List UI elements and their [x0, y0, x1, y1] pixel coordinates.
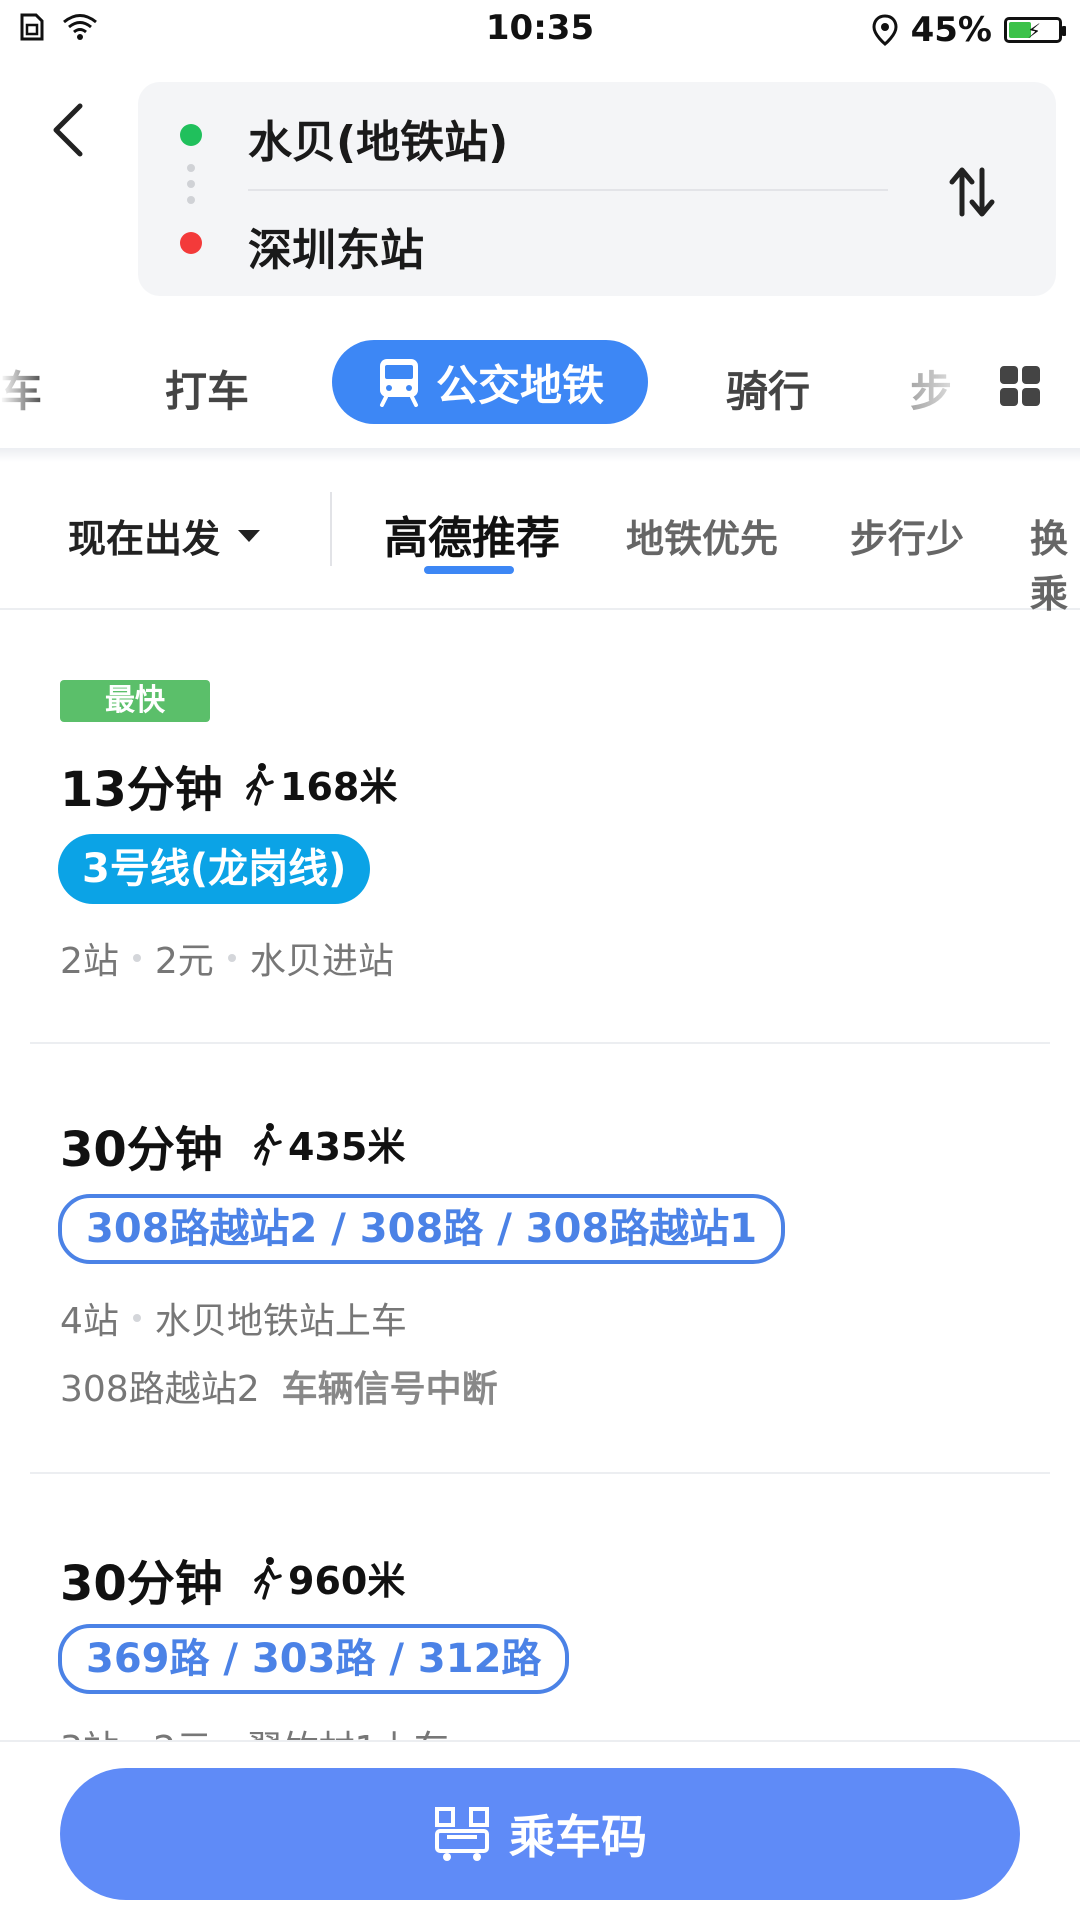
meta-separator — [132, 1314, 141, 1322]
route-connector-dots — [187, 164, 195, 212]
header-shadow — [0, 448, 1080, 462]
walking-person-icon — [246, 762, 274, 806]
filter-divider — [330, 492, 332, 566]
walk-distance: 168米 — [244, 756, 397, 811]
tabs-fade-right — [900, 340, 980, 430]
route-duration: 30分钟 — [60, 1556, 223, 1612]
route-divider — [248, 189, 888, 191]
depart-time-label: 现在出发 — [68, 517, 221, 561]
sort-recommended[interactable]: 高德推荐 — [384, 502, 560, 566]
route-meta: 2站 2元 水贝进站 — [60, 932, 394, 984]
battery-percent: 45% — [910, 10, 992, 50]
walk-distance-value: 960米 — [288, 1559, 406, 1603]
bus-icon — [379, 359, 418, 407]
notice-line-name: 308路越站2 — [60, 1369, 260, 1410]
battery-icon: ⚡ — [1004, 17, 1066, 43]
route-card-2[interactable]: 30分钟 435米 308路越站2 / 308路 / 308路越站1 4站 水贝… — [30, 1044, 1050, 1474]
meta-separator — [132, 954, 141, 962]
start-point-dot — [180, 124, 202, 146]
route-duration: 13分钟 — [60, 762, 223, 818]
stop-count: 2站 — [60, 941, 119, 982]
sort-less-walking[interactable]: 步行少 — [850, 508, 964, 563]
bottom-bar: 乘车码 — [0, 1740, 1080, 1922]
qr-code-icon — [435, 1807, 489, 1861]
bus-line-pill: 308路越站2 / 308路 / 308路越站1 — [58, 1194, 786, 1264]
walk-distance-value: 435米 — [288, 1125, 406, 1169]
walk-distance: 435米 — [252, 1116, 405, 1171]
tab-taxi[interactable]: 打车 — [165, 358, 249, 419]
walk-distance: 960米 — [252, 1550, 405, 1605]
end-point-dot — [180, 232, 202, 254]
walk-distance-value: 168米 — [280, 765, 398, 809]
sort-subway-first[interactable]: 地铁优先 — [626, 508, 778, 563]
meta-separator — [227, 954, 236, 962]
ride-code-button[interactable]: 乘车码 — [60, 1768, 1020, 1900]
fare: 2元 — [154, 941, 214, 982]
tab-transit[interactable]: 公交地铁 — [332, 340, 648, 424]
boarding-station: 水贝进站 — [249, 941, 394, 982]
sort-transfer[interactable]: 换乘 — [1030, 508, 1080, 618]
fastest-badge: 最快 — [60, 680, 210, 722]
tab-transit-label: 公交地铁 — [435, 360, 604, 410]
route-duration: 30分钟 — [60, 1122, 223, 1178]
route-card-3[interactable]: 30分钟 960米 369路 / 303路 / 312路 3站 · 2元 · 翠… — [30, 1474, 1050, 1770]
stop-count: 4站 — [60, 1301, 119, 1342]
route-card-1[interactable]: 最快 13分钟 168米 3号线(龙岗线) 2站 2元 水贝进站 — [30, 640, 1050, 1040]
caret-down-icon — [238, 529, 261, 542]
destination-field[interactable]: 深圳东站 — [248, 214, 424, 278]
metro-line-pill: 3号线(龙岗线) — [58, 834, 371, 904]
bus-line-pill: 369路 / 303路 / 312路 — [58, 1624, 570, 1694]
filter-bar: 现在出发 高德推荐 地铁优先 步行少 换乘 — [0, 462, 1080, 616]
tabs-fade-left — [0, 340, 40, 430]
boarding-station: 水贝地铁站上车 — [154, 1301, 407, 1342]
route-meta: 4站 水贝地铁站上车 — [60, 1292, 407, 1344]
swap-direction-icon[interactable] — [944, 164, 1000, 220]
route-notice: 308路越站2 车辆信号中断 — [60, 1360, 498, 1412]
route-input-box: 水贝(地铁站) 深圳东站 — [138, 82, 1056, 296]
location-icon — [872, 14, 898, 46]
back-arrow-icon[interactable] — [44, 100, 94, 160]
charging-bolt-icon: ⚡ — [1027, 19, 1042, 43]
notice-text: 车辆信号中断 — [281, 1369, 498, 1410]
walking-person-icon — [254, 1122, 282, 1166]
ride-code-label: 乘车码 — [509, 1810, 647, 1864]
sort-active-underline — [424, 566, 514, 574]
more-modes-grid-icon[interactable] — [998, 364, 1042, 408]
walking-person-icon — [254, 1556, 282, 1600]
origin-field[interactable]: 水贝(地铁站) — [248, 106, 508, 170]
status-bar: 10:35 45% ⚡ — [0, 0, 1080, 56]
tab-cycling[interactable]: 骑行 — [726, 358, 810, 419]
status-right-icons: 45% ⚡ — [871, 10, 1066, 50]
depart-time-dropdown[interactable]: 现在出发 — [68, 508, 261, 563]
